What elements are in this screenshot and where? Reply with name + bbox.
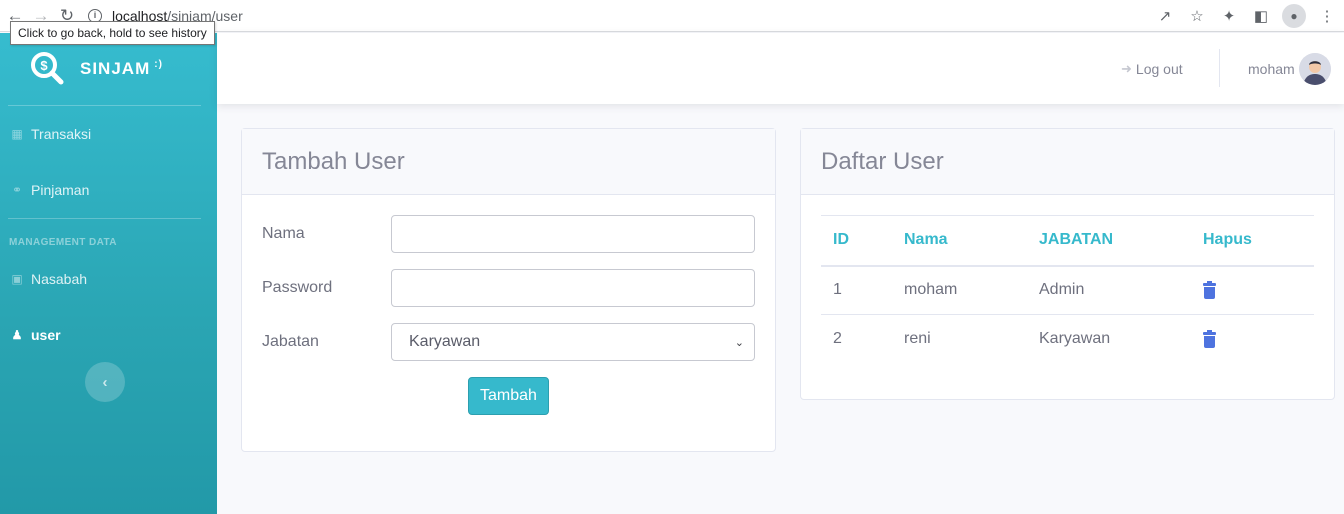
sidebar-item-user[interactable]: ♟ user — [0, 307, 217, 363]
menu-kebab-icon[interactable]: ⋮ — [1316, 5, 1338, 27]
chevron-down-icon: ⌄ — [734, 336, 744, 349]
add-user-button[interactable]: Tambah — [468, 377, 549, 415]
address-book-icon: ▣ — [11, 272, 23, 286]
role-label: Jabatan — [262, 333, 319, 350]
cell-role: Admin — [1027, 265, 1191, 315]
sign-out-icon: ➜ — [1121, 60, 1132, 76]
user-list-card: Daftar User ID Nama JABATAN Hapus 1 moha… — [800, 128, 1335, 400]
role-select[interactable]: Karyawan ⌄ — [391, 323, 755, 361]
logout-label: Log out — [1135, 60, 1183, 77]
sidebar-item-label: Transaksi — [31, 126, 92, 142]
add-user-card-title: Tambah User — [242, 129, 775, 195]
name-label: Nama — [262, 225, 305, 242]
cell-delete — [1191, 265, 1314, 315]
trash-icon[interactable] — [1203, 329, 1216, 348]
profile-icon[interactable]: ● — [1282, 4, 1306, 28]
password-row: Password — [262, 269, 756, 307]
brand-suffix: :) — [154, 59, 163, 71]
name-row: Nama — [262, 215, 756, 253]
brand-name: SINJAM:) — [80, 59, 163, 78]
extensions-puzzle-icon[interactable]: ✦ — [1218, 5, 1240, 27]
table-header-row: ID Nama JABATAN Hapus — [821, 215, 1314, 267]
table-row: 1 moham Admin — [821, 265, 1314, 315]
role-select-value: Karyawan — [409, 333, 481, 350]
column-header-jabatan: JABATAN — [1027, 215, 1191, 267]
username-label: moham — [1248, 60, 1295, 77]
share-icon[interactable]: ↗ — [1154, 5, 1176, 27]
topbar: ➜ Log out moham — [217, 33, 1344, 104]
building-icon: ▦ — [11, 127, 23, 141]
cell-role: Karyawan — [1039, 330, 1111, 348]
sidebar-item-label: Pinjaman — [31, 182, 90, 198]
bookmark-star-icon[interactable]: ☆ — [1186, 5, 1208, 27]
sidebar-item-nasabah[interactable]: ▣ Nasabah — [0, 251, 217, 307]
password-label: Password — [262, 279, 333, 296]
sidebar-item-label: Nasabah — [31, 271, 88, 287]
sidebar-item-label: user — [31, 327, 61, 343]
back-tooltip: Click to go back, hold to see history — [10, 21, 215, 45]
add-user-card: Tambah User Nama Password Jabatan Karyaw… — [241, 128, 776, 452]
sidebar-toggle-button[interactable]: ‹ — [85, 362, 125, 402]
user-dropdown[interactable]: moham — [1248, 33, 1295, 104]
cell-id: 2 — [833, 330, 842, 348]
topbar-divider — [1219, 49, 1220, 87]
user-icon: ♟ — [11, 328, 23, 342]
user-list-card-title: Daftar User — [801, 129, 1334, 195]
cell-name: reni — [904, 330, 931, 348]
svg-text:$: $ — [40, 58, 48, 73]
column-header-hapus: Hapus — [1191, 215, 1314, 267]
cell-id: 1 — [821, 265, 892, 315]
search-dollar-icon: $ — [30, 52, 64, 86]
chevron-left-icon: ‹ — [102, 373, 108, 391]
sidebar-item-pinjaman[interactable]: ⚭ Pinjaman — [0, 162, 217, 218]
cell-delete — [1191, 315, 1314, 364]
column-header-nama: Nama — [892, 215, 1027, 267]
sidebar: $ SINJAM:) ▦ Transaksi ⚭ Pinjaman MANAGE… — [0, 33, 217, 514]
logout-link[interactable]: ➜ Log out — [1121, 33, 1183, 104]
sidebar-heading: MANAGEMENT DATA — [9, 237, 117, 248]
table-row: 2 reni Karyawan — [821, 315, 1314, 364]
avatar[interactable] — [1299, 53, 1331, 85]
sidebar-item-transaksi[interactable]: ▦ Transaksi — [0, 106, 217, 162]
hand-holding-icon: ⚭ — [11, 183, 23, 197]
name-input[interactable] — [391, 215, 755, 253]
column-header-id: ID — [821, 215, 892, 267]
role-row: Jabatan Karyawan ⌄ — [262, 323, 756, 361]
trash-icon[interactable] — [1203, 280, 1216, 299]
password-input[interactable] — [391, 269, 755, 307]
side-panel-icon[interactable]: ◧ — [1250, 5, 1272, 27]
cell-name: moham — [892, 265, 1027, 315]
user-table: ID Nama JABATAN Hapus 1 moham Admin 2 re… — [821, 215, 1314, 364]
